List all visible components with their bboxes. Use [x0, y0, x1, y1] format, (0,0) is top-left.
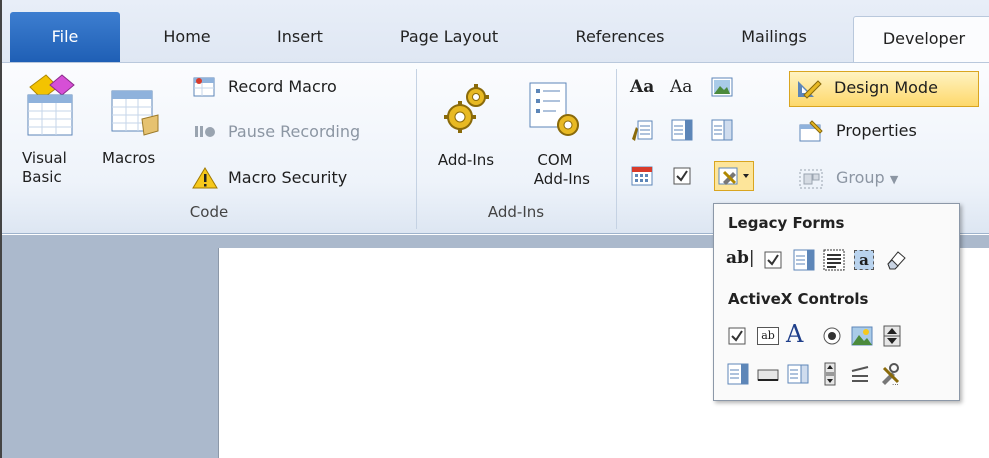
design-mode-button[interactable]: Design Mode	[789, 71, 979, 107]
legacy-forms-header: Legacy Forms	[728, 214, 845, 232]
macros-icon[interactable]	[108, 83, 162, 139]
pause-icon	[192, 120, 216, 144]
text-cursor-icon: |	[748, 248, 755, 268]
tab-developer[interactable]: Developer	[853, 16, 989, 65]
code-group-label: Code	[189, 203, 229, 221]
check-box-icon[interactable]	[670, 163, 694, 189]
activex-controls-header: ActiveX Controls	[728, 290, 869, 308]
activex-scroll-bar-control[interactable]	[818, 362, 842, 386]
check-box-icon	[728, 327, 746, 345]
group-label: Group	[836, 168, 885, 187]
design-mode-icon	[798, 80, 822, 99]
dropdown-list-icon[interactable]	[710, 117, 734, 143]
reset-form-fields-control[interactable]	[884, 248, 908, 272]
activex-image-control[interactable]	[850, 324, 874, 348]
activex-label-control[interactable]: A	[786, 320, 810, 348]
rich-text-content-control[interactable]: Aa	[630, 77, 654, 97]
com-addins-label-line1: COM	[537, 151, 573, 169]
activex-command-button-control[interactable]	[756, 362, 780, 386]
visual-basic-button[interactable]: Visual Basic	[22, 149, 68, 187]
chevron-down-icon: ▼	[889, 173, 899, 186]
command-button-icon	[757, 369, 779, 381]
tab-home[interactable]: Home	[152, 17, 222, 57]
scroll-bar-icon	[824, 362, 836, 386]
legacy-drop-down-control[interactable]	[792, 248, 816, 272]
com-addins-button[interactable]: COM Add-Ins	[520, 151, 590, 189]
macro-security-button[interactable]: Macro Security	[228, 166, 347, 190]
addins-group-label: Add-Ins	[487, 203, 545, 221]
picture-content-control-icon[interactable]	[710, 75, 734, 99]
warning-icon	[192, 166, 218, 190]
form-field-shading-control[interactable]: a	[852, 248, 876, 272]
form-field-shading-label: a	[854, 250, 874, 270]
spin-button-icon	[883, 325, 901, 347]
com-addins-icon[interactable]	[526, 81, 586, 141]
legacy-check-box-control[interactable]	[762, 248, 786, 272]
tab-mailings[interactable]: Mailings	[724, 17, 824, 57]
legacy-text-field-control[interactable]: ab|	[726, 248, 756, 272]
svg-text:...: ...	[892, 379, 899, 386]
properties-button[interactable]: Properties	[836, 119, 917, 143]
radio-button-icon	[823, 327, 841, 345]
addins-button[interactable]: Add-Ins	[428, 151, 504, 170]
combo-box-icon	[727, 363, 749, 385]
pause-recording-button[interactable]: Pause Recording	[228, 120, 360, 144]
tab-insert[interactable]: Insert	[260, 17, 340, 57]
legacy-tools-dropdown: Legacy Forms ab| a ActiveX Controls ab A…	[713, 203, 960, 401]
macros-button[interactable]: Macros	[102, 149, 180, 168]
ribbon-tab-bar: File Home Insert Page Layout References …	[0, 0, 989, 65]
tab-page-layout[interactable]: Page Layout	[384, 17, 514, 57]
addins-gear-icon[interactable]	[438, 81, 494, 137]
legacy-tools-icon	[718, 167, 749, 185]
more-controls-tools-icon[interactable]: ...	[878, 362, 902, 387]
properties-icon	[798, 119, 824, 143]
group-separator	[616, 69, 617, 229]
visual-basic-label-line1: Visual	[22, 149, 67, 167]
visual-basic-label-line2: Basic	[22, 168, 62, 186]
activex-text-box-control[interactable]: ab	[756, 324, 780, 348]
image-icon	[851, 326, 873, 346]
visual-basic-icon[interactable]	[22, 73, 76, 139]
combo-box-icon[interactable]	[670, 117, 694, 143]
activex-toggle-button-control[interactable]	[848, 362, 872, 386]
legacy-tools-button[interactable]	[714, 161, 754, 191]
activex-option-button-control[interactable]	[820, 324, 844, 348]
date-picker-icon[interactable]	[630, 163, 654, 189]
activex-combo-box-control[interactable]	[726, 362, 750, 386]
activex-text-box-label: ab	[757, 327, 779, 345]
record-macro-button[interactable]: Record Macro	[228, 75, 337, 99]
design-mode-label: Design Mode	[834, 78, 938, 97]
legacy-text-field-label: ab	[726, 248, 749, 268]
record-macro-icon	[192, 75, 216, 99]
com-addins-label-line2: Add-Ins	[533, 170, 590, 188]
tab-file[interactable]: File	[10, 12, 120, 62]
frame-icon	[823, 249, 845, 271]
group-button[interactable]: Group ▼	[836, 166, 898, 190]
toggle-button-icon	[851, 366, 869, 382]
eraser-icon	[887, 251, 906, 270]
plain-text-content-control[interactable]: Aa	[670, 77, 692, 97]
activex-check-box-control[interactable]	[726, 324, 750, 348]
insert-frame-control[interactable]	[822, 248, 846, 272]
activex-spin-button-control[interactable]	[880, 324, 904, 348]
tab-references[interactable]: References	[560, 17, 680, 57]
group-icon	[798, 166, 824, 190]
activex-list-box-control[interactable]	[786, 362, 810, 386]
combo-box-icon	[793, 249, 815, 271]
building-block-icon[interactable]	[630, 117, 654, 143]
check-box-icon	[764, 251, 782, 269]
list-box-icon	[787, 364, 809, 384]
